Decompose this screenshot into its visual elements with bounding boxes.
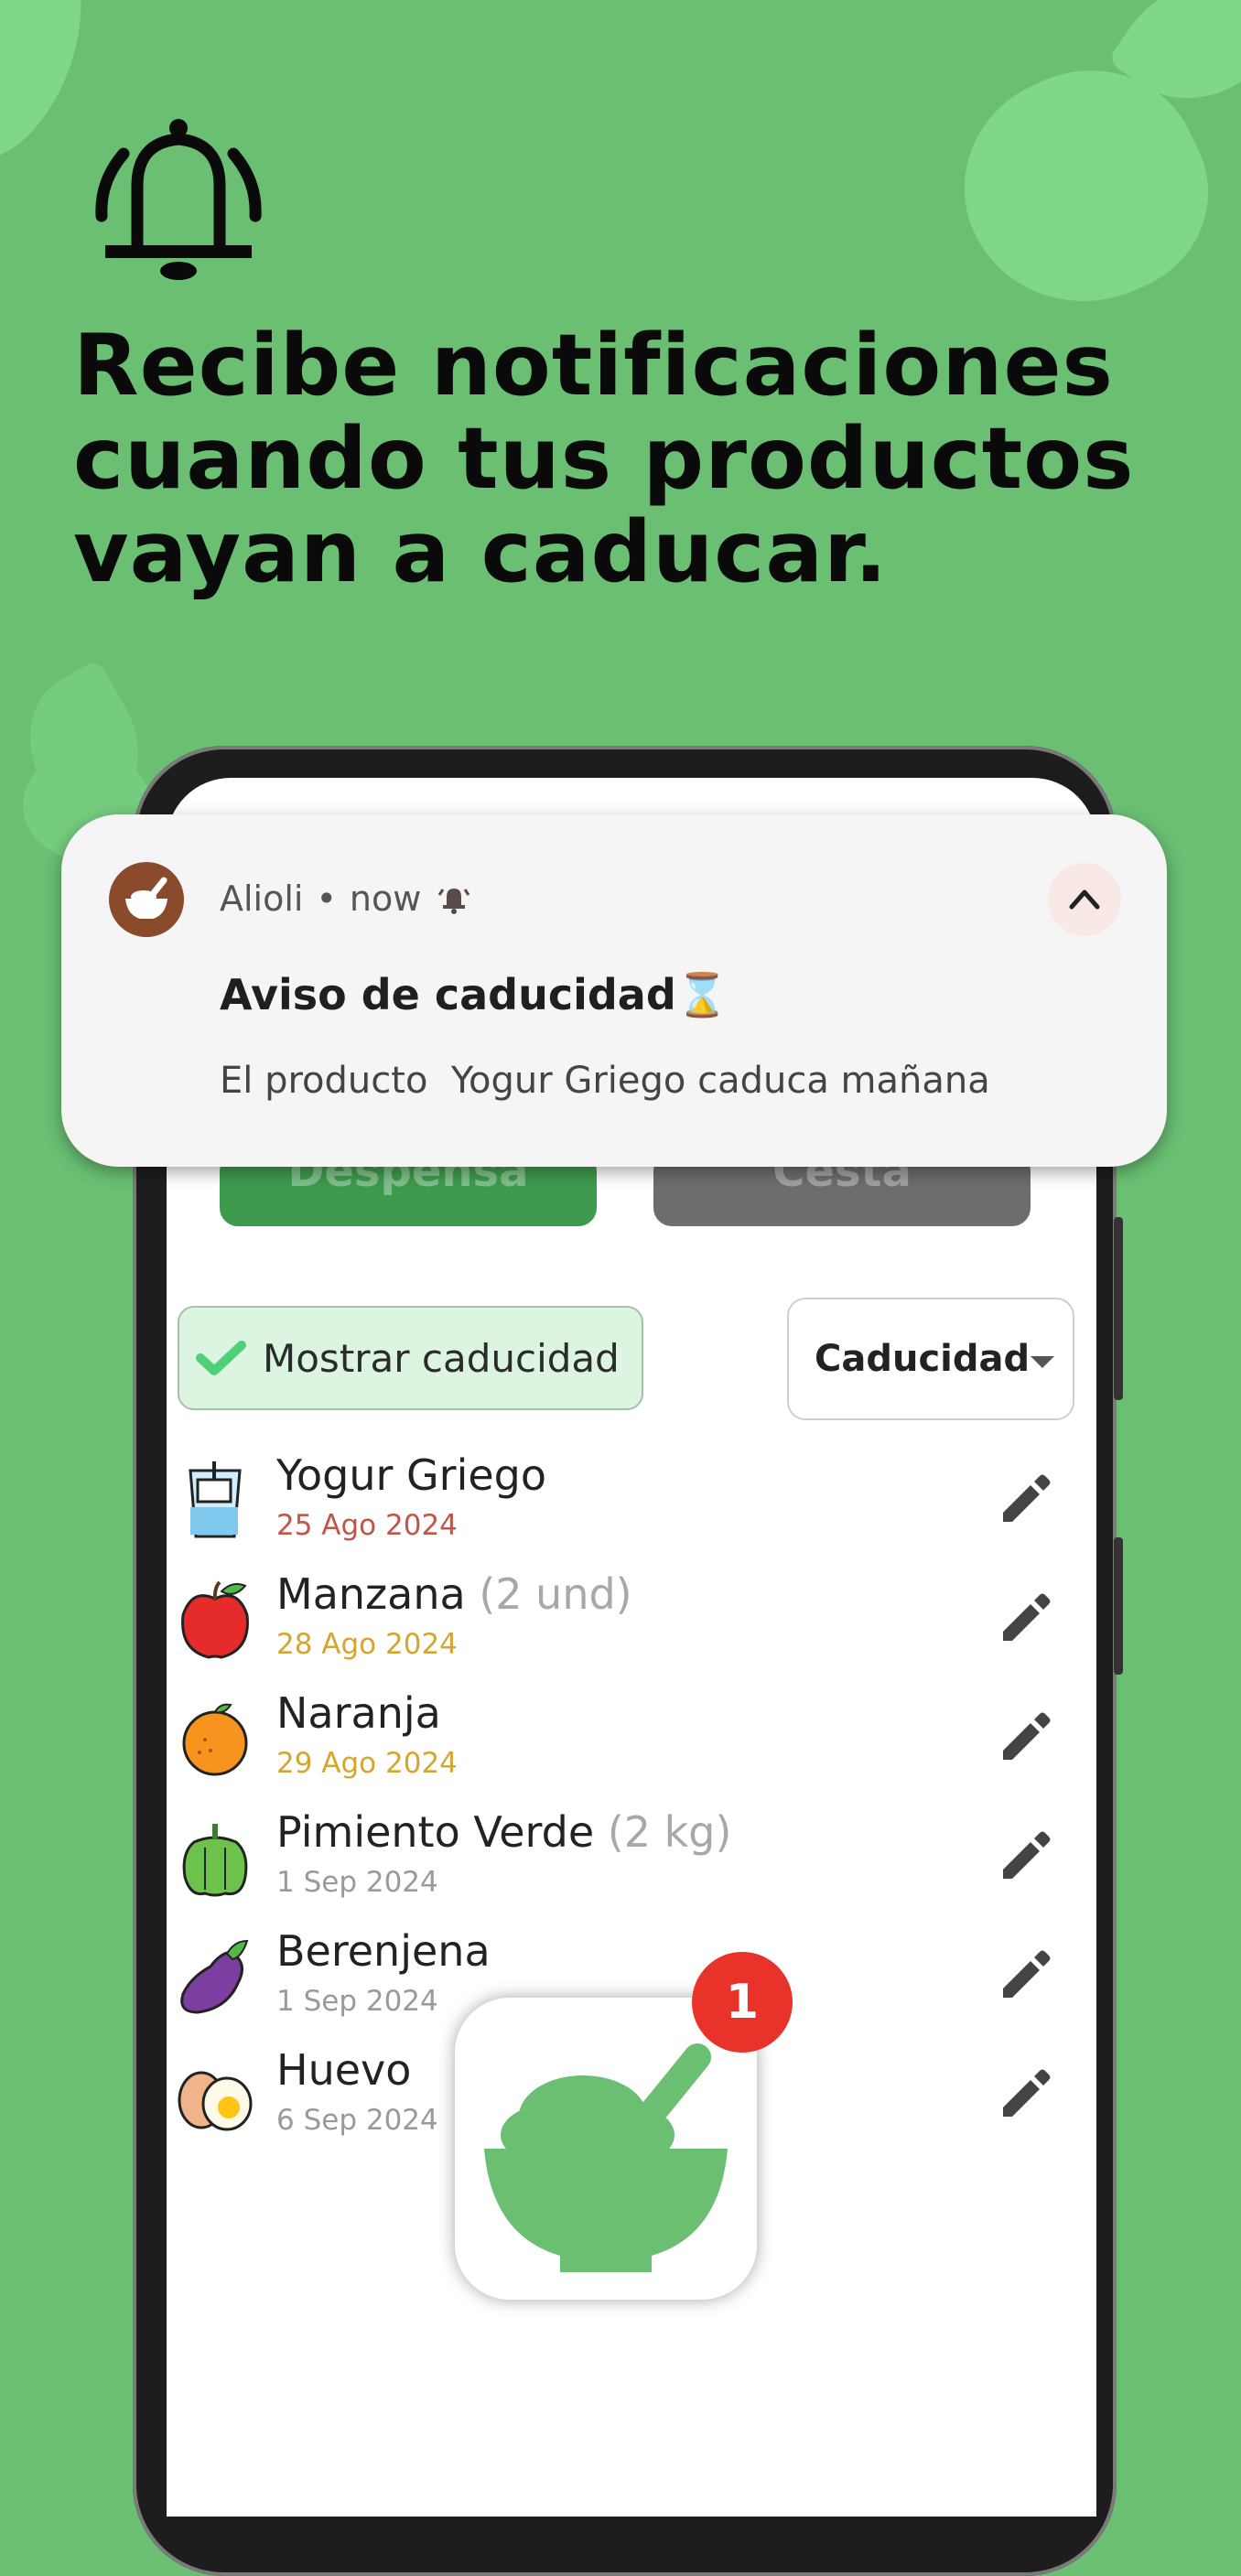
app-launcher-icon[interactable] <box>455 1998 757 2300</box>
item-name: Naranja <box>276 1688 441 1738</box>
edit-pencil-icon[interactable] <box>998 2065 1052 2120</box>
item-quantity: (2 und) <box>479 1569 632 1619</box>
item-name-text: Huevo <box>276 2045 412 2095</box>
item-name: Yogur Griego <box>276 1450 546 1500</box>
edit-pencil-icon[interactable] <box>998 1471 1052 1525</box>
list-item[interactable]: Yogur Griego 25 Ago 2024 <box>174 1450 1080 1560</box>
item-expiry-date: 25 Ago 2024 <box>276 1509 458 1542</box>
item-expiry-date: 28 Ago 2024 <box>276 1628 458 1661</box>
item-name: Huevo <box>276 2045 411 2095</box>
headline-line: cuando tus productos <box>73 409 1135 508</box>
eggplant-icon <box>180 1939 249 2014</box>
item-quantity: (2 kg) <box>607 1807 732 1857</box>
item-name-text: Manzana <box>276 1569 466 1619</box>
list-item[interactable]: Manzana (2 und) 28 Ago 2024 <box>174 1569 1080 1679</box>
edit-pencil-icon[interactable] <box>998 1827 1052 1882</box>
edit-pencil-icon[interactable] <box>998 1946 1052 2001</box>
headline: Recibe notificaciones cuando tus product… <box>73 318 1190 598</box>
item-name-text: Pimiento Verde <box>276 1807 595 1857</box>
collapse-button[interactable] <box>1048 863 1121 936</box>
item-name: Manzana (2 und) <box>276 1569 632 1619</box>
notification-time: now <box>349 878 422 919</box>
apple-icon <box>181 1580 249 1659</box>
egg-icon <box>178 2071 253 2131</box>
app-icon <box>109 862 184 937</box>
item-name-text: Naranja <box>276 1688 441 1738</box>
mortar-bowl-icon <box>484 2043 728 2272</box>
item-expiry-date: 6 Sep 2024 <box>276 2104 438 2137</box>
phone-side-button <box>1114 1537 1123 1675</box>
notification-meta: Alioli • now <box>220 878 470 919</box>
headline-line: Recibe notificaciones <box>73 316 1114 415</box>
sort-selected-value: Caducidad <box>815 1338 1031 1380</box>
notification-count-badge: 1 <box>692 1952 793 2053</box>
green-pepper-icon <box>182 1824 248 1897</box>
notification-body: El producto Yogur Griego caduca mañana <box>220 1060 990 1102</box>
headline-line: vayan a caducar. <box>73 502 889 601</box>
phone-side-button <box>1114 1217 1123 1400</box>
edit-pencil-icon[interactable] <box>998 1590 1052 1644</box>
expiry-notification[interactable]: Alioli • now Aviso de caducidad⌛ El prod… <box>61 814 1167 1167</box>
edit-pencil-icon[interactable] <box>998 1708 1052 1763</box>
alarm-bell-icon <box>438 889 470 914</box>
show-expiry-toggle[interactable]: Mostrar caducidad <box>178 1306 643 1410</box>
item-name: Pimiento Verde (2 kg) <box>276 1807 731 1857</box>
notification-title: Aviso de caducidad⌛ <box>220 970 729 1019</box>
sort-select[interactable]: Caducidad <box>787 1298 1074 1420</box>
item-name-text: Yogur Griego <box>276 1450 547 1500</box>
item-expiry-date: 1 Sep 2024 <box>276 1866 438 1899</box>
show-expiry-label: Mostrar caducidad <box>263 1335 620 1381</box>
notification-app-name: Alioli <box>220 878 304 919</box>
orange-icon <box>182 1703 248 1776</box>
chevron-up-icon <box>1069 889 1100 910</box>
item-name-text: Berenjena <box>276 1926 491 1976</box>
dropdown-arrow-icon <box>1031 1356 1054 1368</box>
list-item[interactable]: Pimiento Verde (2 kg) 1 Sep 2024 <box>174 1807 1080 1917</box>
separator-dot: • <box>316 878 337 919</box>
yogurt-icon <box>189 1461 242 1538</box>
item-name: Berenjena <box>276 1926 491 1976</box>
bell-ringing-icon <box>95 119 262 280</box>
list-item[interactable]: Naranja 29 Ago 2024 <box>174 1688 1080 1798</box>
checkmark-icon <box>196 1341 246 1375</box>
item-expiry-date: 29 Ago 2024 <box>276 1747 458 1780</box>
mortar-icon <box>125 877 167 919</box>
item-expiry-date: 1 Sep 2024 <box>276 1985 438 2018</box>
